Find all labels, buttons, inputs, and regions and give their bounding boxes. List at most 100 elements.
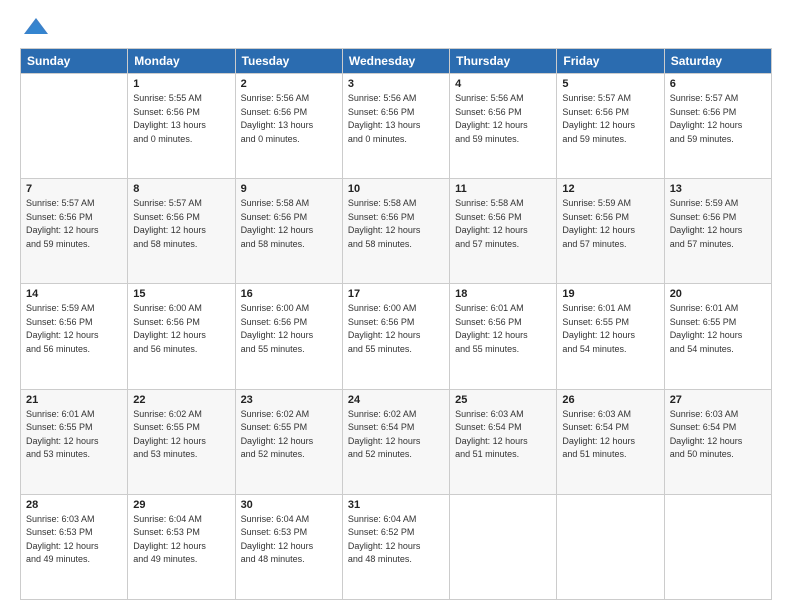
day-info: Sunrise: 6:00 AM Sunset: 6:56 PM Dayligh…	[348, 302, 444, 356]
day-number: 28	[26, 499, 122, 511]
day-cell: 28 Sunrise: 6:03 AM Sunset: 6:53 PM Dayli…	[21, 494, 128, 599]
day-number: 31	[348, 499, 444, 511]
day-number: 13	[670, 183, 766, 195]
day-info: Sunrise: 6:01 AM Sunset: 6:55 PM Dayligh…	[670, 302, 766, 356]
day-cell	[557, 494, 664, 599]
week-row-1: 1Sunrise: 5:55 AM Sunset: 6:56 PM Daylig…	[21, 74, 772, 179]
day-number: 24	[348, 394, 444, 406]
day-info: Sunrise: 5:56 AM Sunset: 6:56 PM Dayligh…	[241, 92, 337, 146]
day-info: Sunrise: 6:00 AM Sunset: 6:56 PM Dayligh…	[241, 302, 337, 356]
day-info: Sunrise: 5:57 AM Sunset: 6:56 PM Dayligh…	[26, 197, 122, 251]
logo-icon	[22, 16, 50, 38]
day-cell: 25 Sunrise: 6:03 AM Sunset: 6:54 PM Dayli…	[450, 389, 557, 494]
day-number: 19	[562, 288, 658, 300]
day-info: Sunrise: 6:01 AM Sunset: 6:55 PM Dayligh…	[562, 302, 658, 356]
day-info: Sunrise: 5:59 AM Sunset: 6:56 PM Dayligh…	[26, 302, 122, 356]
day-info: Sunrise: 5:58 AM Sunset: 6:56 PM Dayligh…	[241, 197, 337, 251]
day-cell: 13 Sunrise: 5:59 AM Sunset: 6:56 PM Dayli…	[664, 179, 771, 284]
day-number: 8	[133, 183, 229, 195]
day-cell: 2 Sunrise: 5:56 AM Sunset: 6:56 PM Daylig…	[235, 74, 342, 179]
weekday-thursday: Thursday	[450, 49, 557, 74]
day-number: 12	[562, 183, 658, 195]
day-cell: 15 Sunrise: 6:00 AM Sunset: 6:56 PM Dayli…	[128, 284, 235, 389]
day-number: 25	[455, 394, 551, 406]
day-info: Sunrise: 6:01 AM Sunset: 6:56 PM Dayligh…	[455, 302, 551, 356]
day-info: Sunrise: 5:58 AM Sunset: 6:56 PM Dayligh…	[455, 197, 551, 251]
day-info: Sunrise: 6:02 AM Sunset: 6:55 PM Dayligh…	[133, 408, 229, 462]
day-number: 7	[26, 183, 122, 195]
day-info: Sunrise: 5:57 AM Sunset: 6:56 PM Dayligh…	[562, 92, 658, 146]
day-number: 26	[562, 394, 658, 406]
day-cell: 27 Sunrise: 6:03 AM Sunset: 6:54 PM Dayli…	[664, 389, 771, 494]
day-info: Sunrise: 6:01 AM Sunset: 6:55 PM Dayligh…	[26, 408, 122, 462]
day-cell	[664, 494, 771, 599]
weekday-wednesday: Wednesday	[342, 49, 449, 74]
day-number: 1	[133, 78, 229, 90]
day-cell: 7 Sunrise: 5:57 AM Sunset: 6:56 PM Daylig…	[21, 179, 128, 284]
day-number: 21	[26, 394, 122, 406]
day-number: 30	[241, 499, 337, 511]
day-cell: 30 Sunrise: 6:04 AM Sunset: 6:53 PM Dayli…	[235, 494, 342, 599]
day-cell: 18 Sunrise: 6:01 AM Sunset: 6:56 PM Dayli…	[450, 284, 557, 389]
day-number: 10	[348, 183, 444, 195]
day-number: 27	[670, 394, 766, 406]
page: SundayMondayTuesdayWednesdayThursdayFrid…	[0, 0, 792, 612]
day-number: 17	[348, 288, 444, 300]
day-info: Sunrise: 5:57 AM Sunset: 6:56 PM Dayligh…	[670, 92, 766, 146]
day-number: 6	[670, 78, 766, 90]
day-number: 5	[562, 78, 658, 90]
weekday-sunday: Sunday	[21, 49, 128, 74]
week-row-4: 21 Sunrise: 6:01 AM Sunset: 6:55 PM Dayli…	[21, 389, 772, 494]
day-cell: 16Sunrise: 6:00 AM Sunset: 6:56 PM Dayli…	[235, 284, 342, 389]
day-cell: 10 Sunrise: 5:58 AM Sunset: 6:56 PM Dayli…	[342, 179, 449, 284]
day-info: Sunrise: 6:03 AM Sunset: 6:54 PM Dayligh…	[670, 408, 766, 462]
day-number: 11	[455, 183, 551, 195]
day-info: Sunrise: 6:02 AM Sunset: 6:54 PM Dayligh…	[348, 408, 444, 462]
day-number: 29	[133, 499, 229, 511]
weekday-header: SundayMondayTuesdayWednesdayThursdayFrid…	[21, 49, 772, 74]
day-info: Sunrise: 5:59 AM Sunset: 6:56 PM Dayligh…	[670, 197, 766, 251]
day-cell: 5 Sunrise: 5:57 AM Sunset: 6:56 PM Daylig…	[557, 74, 664, 179]
day-cell: 19 Sunrise: 6:01 AM Sunset: 6:55 PM Dayli…	[557, 284, 664, 389]
day-cell: 24 Sunrise: 6:02 AM Sunset: 6:54 PM Dayli…	[342, 389, 449, 494]
weekday-friday: Friday	[557, 49, 664, 74]
day-number: 20	[670, 288, 766, 300]
day-number: 18	[455, 288, 551, 300]
day-number: 23	[241, 394, 337, 406]
day-cell: 23 Sunrise: 6:02 AM Sunset: 6:55 PM Dayli…	[235, 389, 342, 494]
day-cell: 26 Sunrise: 6:03 AM Sunset: 6:54 PM Dayli…	[557, 389, 664, 494]
day-info: Sunrise: 6:04 AM Sunset: 6:53 PM Dayligh…	[241, 513, 337, 567]
day-info: Sunrise: 6:03 AM Sunset: 6:54 PM Dayligh…	[455, 408, 551, 462]
weekday-saturday: Saturday	[664, 49, 771, 74]
day-number: 9	[241, 183, 337, 195]
day-info: Sunrise: 5:56 AM Sunset: 6:56 PM Dayligh…	[455, 92, 551, 146]
calendar-body: 1Sunrise: 5:55 AM Sunset: 6:56 PM Daylig…	[21, 74, 772, 600]
day-info: Sunrise: 5:57 AM Sunset: 6:56 PM Dayligh…	[133, 197, 229, 251]
day-info: Sunrise: 6:03 AM Sunset: 6:53 PM Dayligh…	[26, 513, 122, 567]
day-cell: 4 Sunrise: 5:56 AM Sunset: 6:56 PM Daylig…	[450, 74, 557, 179]
day-cell: 9 Sunrise: 5:58 AM Sunset: 6:56 PM Daylig…	[235, 179, 342, 284]
day-cell: 11 Sunrise: 5:58 AM Sunset: 6:56 PM Dayli…	[450, 179, 557, 284]
day-number: 4	[455, 78, 551, 90]
day-info: Sunrise: 6:00 AM Sunset: 6:56 PM Dayligh…	[133, 302, 229, 356]
weekday-monday: Monday	[128, 49, 235, 74]
day-info: Sunrise: 6:03 AM Sunset: 6:54 PM Dayligh…	[562, 408, 658, 462]
day-cell: 8 Sunrise: 5:57 AM Sunset: 6:56 PM Daylig…	[128, 179, 235, 284]
day-number: 15	[133, 288, 229, 300]
day-number: 14	[26, 288, 122, 300]
weekday-tuesday: Tuesday	[235, 49, 342, 74]
day-cell: 17 Sunrise: 6:00 AM Sunset: 6:56 PM Dayli…	[342, 284, 449, 389]
day-info: Sunrise: 6:02 AM Sunset: 6:55 PM Dayligh…	[241, 408, 337, 462]
day-info: Sunrise: 5:59 AM Sunset: 6:56 PM Dayligh…	[562, 197, 658, 251]
week-row-2: 7 Sunrise: 5:57 AM Sunset: 6:56 PM Daylig…	[21, 179, 772, 284]
day-cell: 31Sunrise: 6:04 AM Sunset: 6:52 PM Dayli…	[342, 494, 449, 599]
day-info: Sunrise: 5:56 AM Sunset: 6:56 PM Dayligh…	[348, 92, 444, 146]
day-cell: 22 Sunrise: 6:02 AM Sunset: 6:55 PM Dayli…	[128, 389, 235, 494]
day-number: 2	[241, 78, 337, 90]
week-row-3: 14 Sunrise: 5:59 AM Sunset: 6:56 PM Dayli…	[21, 284, 772, 389]
day-number: 22	[133, 394, 229, 406]
logo	[20, 16, 58, 38]
day-info: Sunrise: 5:58 AM Sunset: 6:56 PM Dayligh…	[348, 197, 444, 251]
day-cell: 14 Sunrise: 5:59 AM Sunset: 6:56 PM Dayli…	[21, 284, 128, 389]
day-cell: 21 Sunrise: 6:01 AM Sunset: 6:55 PM Dayli…	[21, 389, 128, 494]
